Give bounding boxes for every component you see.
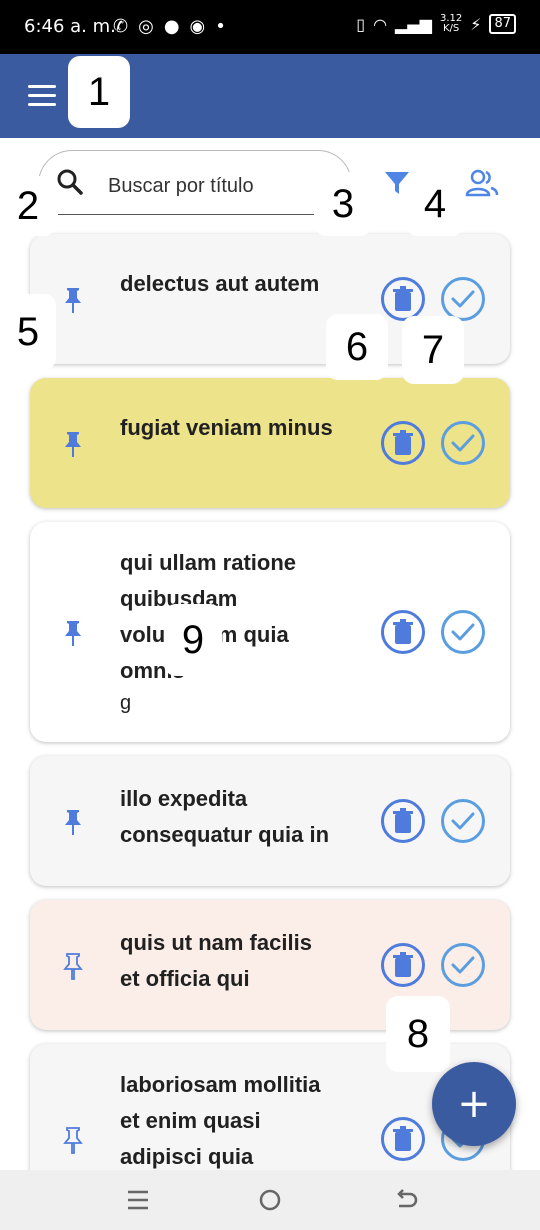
pin-icon[interactable] bbox=[62, 619, 84, 647]
annotation-marker-5: 5 bbox=[0, 294, 56, 370]
system-nav-bar bbox=[0, 1170, 540, 1230]
trash-icon bbox=[393, 808, 413, 833]
pin-icon[interactable] bbox=[62, 808, 84, 836]
annotation-marker-8: 8 bbox=[386, 996, 450, 1072]
task-card[interactable]: fugiat veniam minus bbox=[30, 378, 510, 508]
notification-icons: ✆ ◎ ● ◉ • bbox=[113, 16, 226, 37]
status-time: 6:46 a. m. bbox=[24, 16, 116, 37]
instagram-icon: ◎ bbox=[138, 16, 154, 37]
complete-button[interactable] bbox=[441, 421, 485, 465]
check-icon bbox=[451, 290, 475, 308]
complete-button[interactable] bbox=[441, 610, 485, 654]
search-input[interactable] bbox=[108, 170, 314, 202]
complete-button[interactable] bbox=[441, 943, 485, 987]
task-title: laboriosam mollitia et enim quasi adipis… bbox=[120, 1072, 321, 1169]
app-screen: 6:46 a. m. ✆ ◎ ● ◉ • ▯ ◠ ▂▄▆ 3.12 K/S ⚡ … bbox=[0, 0, 540, 1230]
back-icon[interactable] bbox=[392, 1186, 420, 1214]
annotation-marker-4: 4 bbox=[406, 172, 464, 236]
annotation-marker-2: 2 bbox=[0, 176, 56, 236]
task-title: fugiat veniam minus bbox=[120, 415, 333, 440]
task-title: quis ut nam facilis et officia qui bbox=[120, 930, 312, 991]
task-title: qui ullam ratione quibusdam voluptatem q… bbox=[120, 550, 297, 683]
annotation-marker-7: 7 bbox=[402, 316, 464, 384]
home-icon[interactable] bbox=[256, 1186, 284, 1214]
trash-icon bbox=[393, 286, 413, 311]
complete-button[interactable] bbox=[441, 277, 485, 321]
trash-icon bbox=[393, 430, 413, 455]
check-icon bbox=[451, 956, 475, 974]
complete-button[interactable] bbox=[441, 799, 485, 843]
vibrate-icon: ▯ bbox=[356, 14, 366, 34]
status-right: ▯ ◠ ▂▄▆ 3.12 K/S ⚡ 87 bbox=[356, 14, 516, 34]
delete-button[interactable] bbox=[381, 943, 425, 987]
whatsapp-icon: ✆ bbox=[113, 16, 129, 37]
battery-indicator: 87 bbox=[489, 14, 516, 34]
delete-button[interactable] bbox=[381, 277, 425, 321]
task-subtitle: g bbox=[120, 692, 132, 714]
pin-icon[interactable] bbox=[62, 286, 84, 314]
charging-icon: ⚡ bbox=[470, 14, 482, 34]
annotation-marker-3: 3 bbox=[314, 172, 372, 236]
delete-button[interactable] bbox=[381, 799, 425, 843]
search-icon bbox=[57, 169, 83, 195]
annotation-marker-1: 1 bbox=[68, 56, 130, 128]
status-bar: 6:46 a. m. ✆ ◎ ● ◉ • ▯ ◠ ▂▄▆ 3.12 K/S ⚡ … bbox=[0, 0, 540, 54]
net-speed: 3.12 K/S bbox=[440, 14, 462, 34]
task-card[interactable]: illo expedita consequatur quia in bbox=[30, 756, 510, 886]
signal-icon: ▂▄▆ bbox=[395, 14, 432, 34]
trash-icon bbox=[393, 952, 413, 977]
search-underline bbox=[58, 214, 314, 215]
check-icon bbox=[451, 623, 475, 641]
trash-icon bbox=[393, 619, 413, 644]
app-icon: ◉ bbox=[189, 16, 206, 37]
pin-outline-icon[interactable] bbox=[62, 952, 84, 980]
annotation-marker-9: 9 bbox=[164, 604, 222, 676]
recents-icon[interactable] bbox=[124, 1186, 152, 1214]
drop-icon: ● bbox=[163, 16, 180, 37]
pin-icon[interactable] bbox=[62, 430, 84, 458]
hamburger-menu-icon[interactable] bbox=[28, 85, 56, 107]
delete-button[interactable] bbox=[381, 421, 425, 465]
wifi-icon: ◠ bbox=[373, 14, 388, 34]
annotation-marker-6: 6 bbox=[326, 314, 388, 380]
net-speed-unit: K/S bbox=[442, 23, 460, 34]
more-dot-icon: • bbox=[215, 16, 226, 37]
task-title: illo expedita consequatur quia in bbox=[120, 786, 330, 847]
delete-button[interactable] bbox=[381, 1117, 425, 1161]
add-task-button[interactable]: + bbox=[432, 1062, 516, 1146]
check-icon bbox=[451, 812, 475, 830]
task-card[interactable]: qui ullam ratione quibusdam voluptatem q… bbox=[30, 522, 510, 742]
pin-outline-icon[interactable] bbox=[62, 1126, 84, 1154]
delete-button[interactable] bbox=[381, 610, 425, 654]
trash-icon bbox=[393, 1126, 413, 1151]
check-icon bbox=[451, 434, 475, 452]
users-icon[interactable] bbox=[464, 168, 500, 198]
task-title: delectus aut autem bbox=[120, 271, 320, 296]
